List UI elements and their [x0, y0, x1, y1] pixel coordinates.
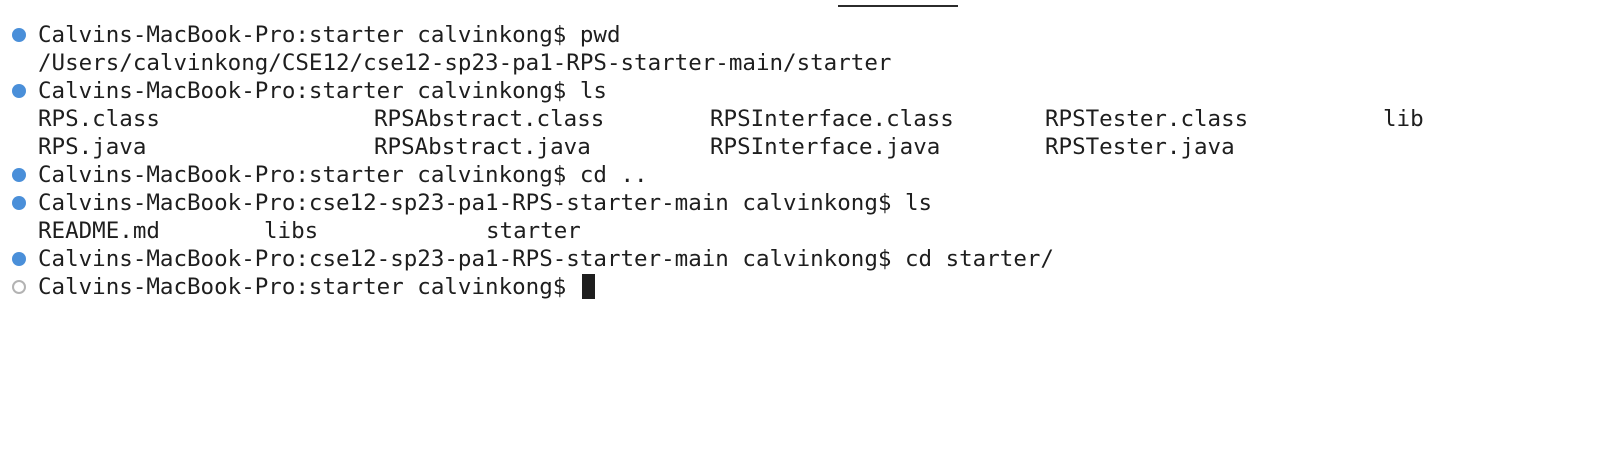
- file-name: RPSTester.java: [1045, 134, 1235, 160]
- ls-output-row: RPS.class RPSAbstract.class RPSInterface…: [0, 105, 1620, 133]
- command-text: Calvins-MacBook-Pro:starter calvinkong$ …: [38, 78, 607, 104]
- file-name: README.md: [38, 218, 160, 244]
- ls-output-row: README.md libs starter: [0, 217, 1620, 245]
- file-name: RPSAbstract.class: [374, 106, 605, 132]
- command-pending-icon: [12, 280, 26, 294]
- command-line: Calvins-MacBook-Pro:cse12-sp23-pa1-RPS-s…: [0, 245, 1620, 273]
- text-cursor: [581, 274, 595, 299]
- file-name: RPSTester.class: [1045, 106, 1249, 132]
- active-prompt-line[interactable]: Calvins-MacBook-Pro:starter calvinkong$: [0, 273, 1620, 301]
- prompt-wrapper[interactable]: Calvins-MacBook-Pro:starter calvinkong$: [38, 273, 595, 301]
- output-text: /Users/calvinkong/CSE12/cse12-sp23-pa1-R…: [38, 50, 892, 76]
- file-name: lib: [1383, 106, 1424, 132]
- command-success-icon[interactable]: [12, 196, 26, 210]
- terminal-output[interactable]: Calvins-MacBook-Pro:starter calvinkong$ …: [0, 21, 1620, 301]
- file-name: RPS.java: [38, 134, 147, 160]
- command-success-icon[interactable]: [12, 252, 26, 266]
- file-name: libs: [264, 218, 319, 244]
- file-name: RPSInterface.class: [710, 106, 954, 132]
- file-name: starter: [486, 218, 581, 244]
- command-success-icon[interactable]: [12, 84, 26, 98]
- command-text: Calvins-MacBook-Pro:starter calvinkong$ …: [38, 22, 621, 48]
- command-success-icon[interactable]: [12, 168, 26, 182]
- file-name: RPSAbstract.java: [374, 134, 591, 160]
- command-line: Calvins-MacBook-Pro:starter calvinkong$ …: [0, 161, 1620, 189]
- prompt-text: Calvins-MacBook-Pro:starter calvinkong$: [38, 274, 580, 300]
- command-text: Calvins-MacBook-Pro:starter calvinkong$ …: [38, 162, 648, 188]
- terminal-window[interactable]: { "terminal": { "prompt_pwd": "Calvins-M…: [0, 0, 1620, 452]
- output-line: /Users/calvinkong/CSE12/cse12-sp23-pa1-R…: [0, 49, 1620, 77]
- command-text: Calvins-MacBook-Pro:cse12-sp23-pa1-RPS-s…: [38, 246, 1054, 272]
- ls-output-row: RPS.java RPSAbstract.java RPSInterface.j…: [0, 133, 1620, 161]
- command-line: Calvins-MacBook-Pro:cse12-sp23-pa1-RPS-s…: [0, 189, 1620, 217]
- command-line: Calvins-MacBook-Pro:starter calvinkong$ …: [0, 77, 1620, 105]
- file-name: RPSInterface.java: [710, 134, 941, 160]
- active-tab-indicator: [838, 5, 958, 7]
- file-name: RPS.class: [38, 106, 160, 132]
- command-success-icon[interactable]: [12, 28, 26, 42]
- command-text: Calvins-MacBook-Pro:cse12-sp23-pa1-RPS-s…: [38, 190, 933, 216]
- command-line: Calvins-MacBook-Pro:starter calvinkong$ …: [0, 21, 1620, 49]
